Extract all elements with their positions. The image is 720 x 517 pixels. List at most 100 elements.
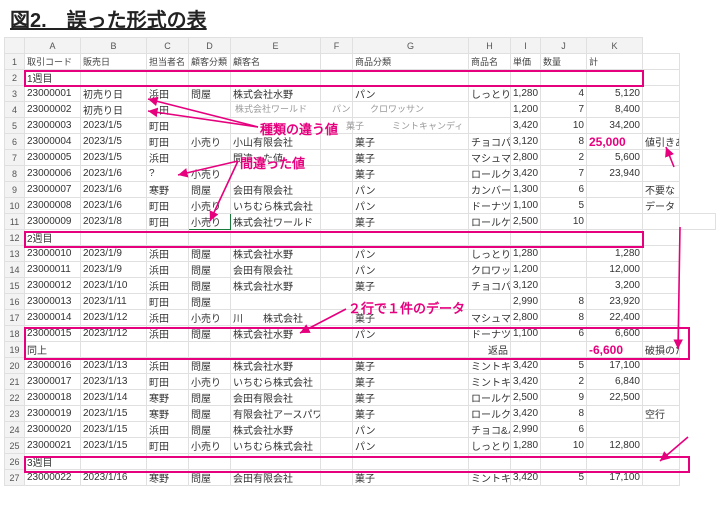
cell[interactable]: 2023/1/13 <box>81 358 147 374</box>
cell[interactable]: データ <box>643 198 680 214</box>
cell[interactable] <box>541 230 587 246</box>
cell[interactable]: 株式会社水野 <box>231 326 321 342</box>
cell[interactable]: 23,940 <box>587 166 643 182</box>
cell[interactable] <box>643 70 680 86</box>
cell[interactable]: 1,280 <box>587 246 643 262</box>
cell[interactable] <box>321 118 353 134</box>
cell[interactable] <box>189 118 231 134</box>
row-header[interactable]: 9 <box>5 182 25 198</box>
cell[interactable]: 6,840 <box>587 374 643 390</box>
spreadsheet-grid[interactable]: A B C D E F G H I J K 1取引コード販売日担当者名顧客分類顧… <box>4 37 716 486</box>
cell[interactable]: 浜田 <box>147 422 189 438</box>
cell[interactable]: 菓子 <box>353 470 469 486</box>
row-header[interactable]: 4 <box>5 102 25 118</box>
cell[interactable] <box>321 390 353 406</box>
cell[interactable] <box>231 70 321 86</box>
cell[interactable]: 2023/1/6 <box>81 198 147 214</box>
cell[interactable]: 6 <box>541 422 587 438</box>
cell[interactable]: 5 <box>541 470 587 486</box>
cell[interactable] <box>541 278 587 294</box>
cell[interactable]: 値引きあり <box>643 134 680 150</box>
cell[interactable]: 菓子 <box>353 406 469 422</box>
cell[interactable]: 23000004 <box>25 134 81 150</box>
cell[interactable]: 2023/1/15 <box>81 422 147 438</box>
cell[interactable] <box>321 438 353 454</box>
cell[interactable]: 3,420 <box>511 118 541 134</box>
cell[interactable]: 8 <box>541 134 587 150</box>
cell[interactable] <box>321 342 353 358</box>
cell[interactable] <box>353 342 469 358</box>
cell[interactable]: 5 <box>541 198 587 214</box>
cell[interactable] <box>511 230 541 246</box>
row-header[interactable]: 7 <box>5 150 25 166</box>
cell[interactable]: チョコパイ <box>469 278 511 294</box>
cell[interactable] <box>643 422 680 438</box>
cell[interactable]: 23000021 <box>25 438 81 454</box>
header-cell[interactable]: 数量 <box>541 54 587 70</box>
cell[interactable] <box>643 358 680 374</box>
cell[interactable] <box>541 246 587 262</box>
cell[interactable]: 2023/1/15 <box>81 438 147 454</box>
col-A[interactable]: A <box>25 38 81 54</box>
cell[interactable] <box>587 406 643 422</box>
cell[interactable]: 株式会社水野 <box>231 246 321 262</box>
cell[interactable]: 浜田 <box>147 278 189 294</box>
cell[interactable] <box>189 102 231 118</box>
cell[interactable]: 返品 <box>469 342 511 358</box>
row-header[interactable]: 5 <box>5 118 25 134</box>
cell[interactable] <box>231 102 321 118</box>
col-C[interactable]: C <box>147 38 189 54</box>
cell[interactable] <box>353 118 469 134</box>
cell[interactable]: 23000019 <box>25 406 81 422</box>
cell[interactable]: 寒野 <box>147 182 189 198</box>
cell[interactable] <box>321 182 353 198</box>
cell[interactable]: 2023/1/5 <box>81 118 147 134</box>
cell[interactable]: 10 <box>541 438 587 454</box>
row-header[interactable]: 16 <box>5 294 25 310</box>
header-cell[interactable]: 商品分類 <box>353 54 469 70</box>
cell[interactable] <box>189 342 231 358</box>
cell[interactable] <box>541 454 587 470</box>
cell[interactable]: 23000015 <box>25 326 81 342</box>
cell[interactable]: 17,100 <box>587 358 643 374</box>
cell[interactable] <box>643 246 680 262</box>
cell[interactable]: 問屋 <box>189 390 231 406</box>
cell[interactable]: 23000002 <box>25 102 81 118</box>
row-header[interactable]: 14 <box>5 262 25 278</box>
cell[interactable]: ドーナツ５個詰め <box>469 326 511 342</box>
cell[interactable] <box>321 198 353 214</box>
row-header[interactable]: 23 <box>5 406 25 422</box>
cell[interactable] <box>643 326 680 342</box>
cell[interactable]: ロールクッキー詰め合わせ <box>469 166 511 182</box>
cell[interactable] <box>643 294 680 310</box>
cell[interactable]: 23000009 <box>25 214 81 230</box>
cell[interactable]: 23,920 <box>587 294 643 310</box>
cell[interactable] <box>469 118 511 134</box>
cell[interactable]: 23000018 <box>25 390 81 406</box>
cell[interactable] <box>231 294 321 310</box>
cell[interactable]: パン <box>353 246 469 262</box>
cell[interactable]: 23000007 <box>25 182 81 198</box>
cell[interactable]: 4 <box>541 86 587 102</box>
cell[interactable]: 1,300 <box>511 182 541 198</box>
cell[interactable] <box>81 454 147 470</box>
cell[interactable]: 小売り <box>189 310 231 326</box>
cell[interactable] <box>81 342 147 358</box>
cell[interactable] <box>321 454 353 470</box>
cell[interactable]: 町田 <box>147 198 189 214</box>
cell[interactable]: 破損のため <box>643 342 680 358</box>
cell[interactable] <box>353 454 469 470</box>
cell[interactable] <box>353 102 469 118</box>
cell[interactable] <box>643 166 680 182</box>
cell[interactable]: 2,990 <box>511 294 541 310</box>
cell[interactable] <box>321 134 353 150</box>
header-cell[interactable]: 担当者名 <box>147 54 189 70</box>
cell[interactable]: 問屋 <box>189 326 231 342</box>
cell[interactable]: 8,400 <box>587 102 643 118</box>
cell[interactable]: 3,420 <box>511 166 541 182</box>
cell[interactable] <box>321 326 353 342</box>
row-header[interactable]: 15 <box>5 278 25 294</box>
cell[interactable]: 2 <box>541 150 587 166</box>
cell[interactable]: 23000012 <box>25 278 81 294</box>
cell[interactable] <box>643 278 680 294</box>
